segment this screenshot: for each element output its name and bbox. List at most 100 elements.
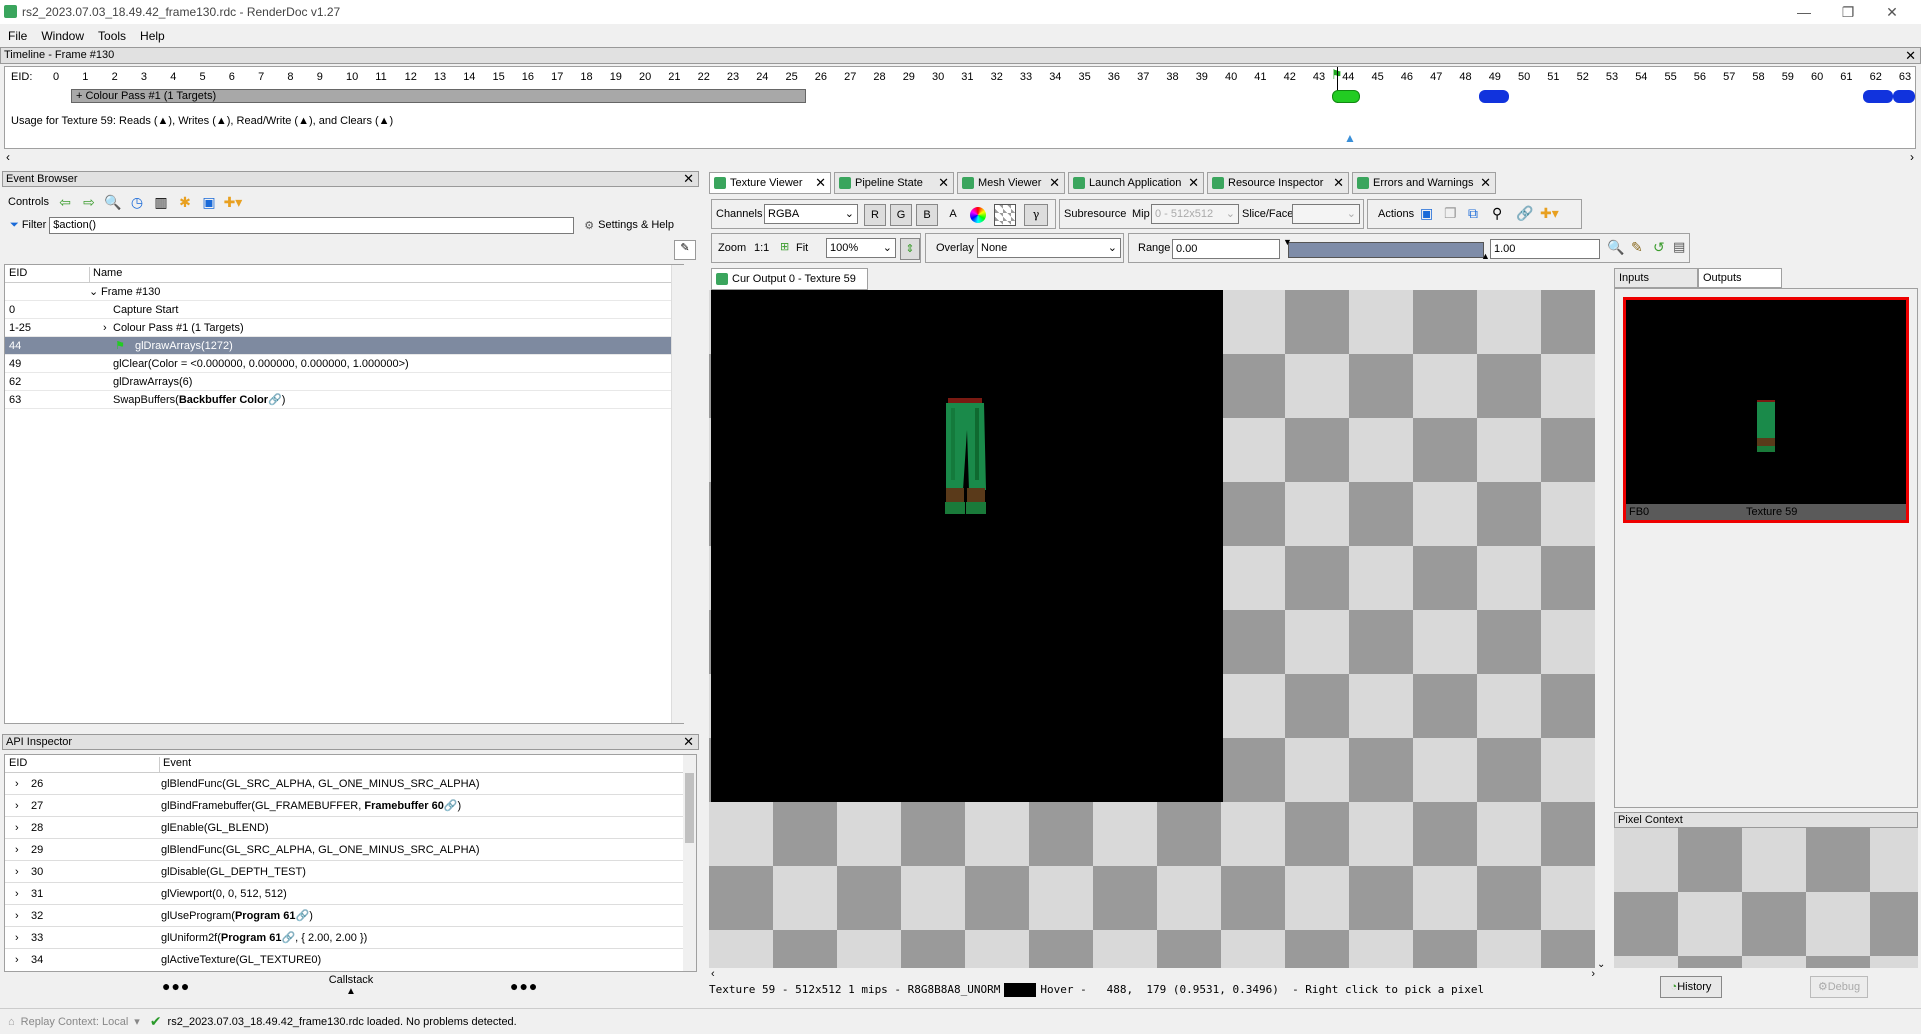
fit-button[interactable]: Fit — [796, 242, 808, 254]
menu-help[interactable]: Help — [132, 27, 171, 43]
close-tab-icon[interactable]: ✕ — [1480, 173, 1491, 193]
column-name[interactable]: Name — [89, 267, 122, 283]
expand-chevron-icon[interactable]: › — [15, 839, 19, 861]
checkerboard-toggle-icon[interactable] — [994, 204, 1016, 226]
open-resource-icon[interactable]: 🔗 — [1516, 205, 1533, 222]
scroll-right-icon[interactable]: › — [1910, 150, 1914, 164]
tab-mesh-viewer[interactable]: Mesh Viewer ✕ — [957, 172, 1065, 194]
collapse-icon[interactable]: › — [103, 319, 107, 337]
api-row[interactable]: › 26 glBlendFunc(GL_SRC_ALPHA, GL_ONE_MINU… — [5, 773, 685, 795]
debug-button[interactable]: ⚙Debug — [1810, 976, 1868, 998]
event-tree[interactable]: EID Name ⌄ Frame #130 0 Capture Start 1-… — [4, 264, 685, 724]
menu-file[interactable]: File — [0, 27, 33, 43]
tab-errors-warnings[interactable]: Errors and Warnings ✕ — [1352, 172, 1496, 194]
zoom-1to1-button[interactable]: 1:1 — [754, 242, 769, 254]
save-icon[interactable]: ▣ — [199, 192, 219, 212]
callstack-splitter-left-icon[interactable]: ●●● — [162, 978, 190, 994]
mip-select[interactable]: 0 - 512x512 ⌄ — [1151, 204, 1239, 224]
api-row[interactable]: › 29 glBlendFunc(GL_SRC_ALPHA, GL_ONE_MINU… — [5, 839, 685, 861]
usage-marker-62[interactable] — [1863, 90, 1893, 103]
settings-help-gear-icon[interactable]: ⚙ — [584, 219, 594, 232]
copy-texture-icon[interactable]: ❐ — [1444, 205, 1457, 222]
link-icon[interactable]: 🔗 — [296, 910, 310, 922]
gamma-toggle[interactable]: γ — [1024, 204, 1048, 226]
extensions-icon[interactable]: ✚▾ — [223, 192, 243, 212]
tab-launch-application[interactable]: Launch Application ✕ — [1068, 172, 1204, 194]
expand-icon[interactable]: ⌄ — [89, 283, 98, 301]
previous-event-icon[interactable]: ⇦ — [55, 192, 75, 212]
find-icon[interactable]: 🔍 — [103, 192, 123, 212]
resource-link[interactable]: Backbuffer Color — [179, 394, 268, 406]
current-event-marker[interactable] — [1332, 90, 1360, 103]
viewport-horizontal-scrollbar[interactable]: ‹ › — [709, 968, 1599, 982]
menu-window[interactable]: Window — [33, 27, 90, 43]
expand-chevron-icon[interactable]: › — [15, 861, 19, 883]
extensions-icon[interactable]: ✚▾ — [1540, 205, 1559, 222]
reset-range-icon[interactable]: ↺ — [1653, 239, 1665, 256]
pixel-context-view[interactable] — [1614, 828, 1918, 968]
link-icon[interactable]: 🔗 — [444, 800, 458, 812]
event-row-capture-start[interactable]: 0 Capture Start — [5, 301, 685, 319]
channels-select[interactable]: RGBA ⌄ — [764, 204, 858, 224]
tab-cur-output[interactable]: Cur Output 0 - Texture 59 — [711, 268, 868, 290]
timeline[interactable]: EID: 0 1 2 3 4 5 6 7 8 9 10 11 12 13 14 15 16 17 18 19 20 21 2… — [4, 66, 1916, 149]
tab-pipeline-state[interactable]: Pipeline State ✕ — [834, 172, 954, 194]
callstack-splitter-right-icon[interactable]: ●●● — [510, 978, 538, 994]
close-tab-icon[interactable]: ✕ — [1333, 173, 1344, 193]
expand-chevron-icon[interactable]: › — [15, 795, 19, 817]
link-icon[interactable]: 🔗 — [281, 932, 295, 944]
scroll-right-icon[interactable]: › — [1591, 968, 1595, 980]
history-button[interactable]: ◔History — [1660, 976, 1722, 998]
scroll-left-icon[interactable]: ‹ — [711, 968, 715, 980]
event-row-frame[interactable]: ⌄ Frame #130 — [5, 283, 685, 301]
settings-help-button[interactable]: Settings & Help — [598, 219, 674, 231]
range-min-input[interactable]: 0.00 — [1172, 239, 1280, 259]
range-max-input[interactable]: 1.00 — [1490, 239, 1600, 259]
colour-pass-bar[interactable]: + Colour Pass #1 (1 Targets) — [71, 89, 806, 103]
close-event-browser-icon[interactable]: ✕ — [683, 172, 694, 186]
api-row[interactable]: › 34 glActiveTexture(GL_TEXTURE0) — [5, 949, 685, 971]
event-row-selected[interactable]: 44 ⚑ glDrawArrays(1272) — [5, 337, 685, 355]
callstack-toggle[interactable]: Callstack ▲ — [328, 974, 374, 997]
api-row[interactable]: › 30 glDisable(GL_DEPTH_TEST) — [5, 861, 685, 883]
menu-tools[interactable]: Tools — [90, 27, 132, 43]
alpha-channel-toggle[interactable]: A — [942, 204, 964, 226]
edit-filter-icon[interactable]: ✎ — [674, 240, 696, 260]
slice-face-select[interactable]: ⌄ — [1292, 204, 1360, 224]
event-row-clear[interactable]: 49 glClear(Color = <0.000000, 0.000000, … — [5, 355, 685, 373]
filter-input[interactable]: $action() — [49, 216, 575, 234]
texture-viewport[interactable]: ⌄ — [709, 290, 1609, 972]
expand-chevron-icon[interactable]: › — [15, 905, 19, 927]
api-event-list[interactable]: EID Event › 26 glBlendFunc(GL_SRC_ALPHA, G… — [4, 754, 697, 972]
overlay-select[interactable]: None ⌄ — [977, 238, 1121, 258]
column-eid[interactable]: EID — [9, 267, 27, 279]
zoom-range-icon[interactable]: 🔍 — [1607, 239, 1624, 256]
bookmark-icon[interactable]: ▥ — [151, 192, 171, 212]
close-tab-icon[interactable]: ✕ — [938, 173, 949, 193]
link-icon[interactable]: 🔗 — [268, 394, 282, 406]
histogram-icon[interactable]: ▤ — [1673, 239, 1685, 255]
api-row[interactable]: › 31 glViewport(0, 0, 512, 512) — [5, 883, 685, 905]
expand-chevron-icon[interactable]: › — [15, 949, 19, 971]
scroll-left-icon[interactable]: ‹ — [6, 150, 10, 164]
flip-y-icon[interactable]: ⇕ — [900, 238, 920, 260]
api-row[interactable]: › 33 glUniform2f(Program 61🔗, { 2.00, 2.00… — [5, 927, 685, 949]
settings-gear-icon[interactable]: ✱ — [175, 192, 195, 212]
timeline-scrollbar[interactable]: ‹ › — [4, 150, 1916, 165]
fit-icon[interactable]: ⊞ — [780, 240, 789, 253]
expand-chevron-icon[interactable]: › — [15, 773, 19, 795]
autofit-range-icon[interactable]: ✎ — [1631, 239, 1643, 256]
scrollbar-thumb[interactable] — [685, 773, 694, 843]
next-event-icon[interactable]: ⇨ — [79, 192, 99, 212]
expand-chevron-icon[interactable]: › — [15, 883, 19, 905]
usage-marker-63[interactable] — [1893, 90, 1915, 103]
close-tab-icon[interactable]: ✕ — [815, 173, 826, 193]
api-row[interactable]: › 27 glBindFramebuffer(GL_FRAMEBUFFER, Fra… — [5, 795, 685, 817]
resource-link[interactable]: Program 61 — [221, 932, 282, 944]
green-channel-toggle[interactable]: G — [890, 204, 912, 226]
zoom-select[interactable]: 100% ⌄ — [826, 238, 896, 258]
api-list-scrollbar[interactable] — [683, 755, 696, 971]
close-tab-icon[interactable]: ✕ — [1049, 173, 1060, 193]
range-max-handle-icon[interactable]: ▲ — [1481, 251, 1490, 261]
chevron-down-icon[interactable]: ▾ — [134, 1015, 140, 1028]
